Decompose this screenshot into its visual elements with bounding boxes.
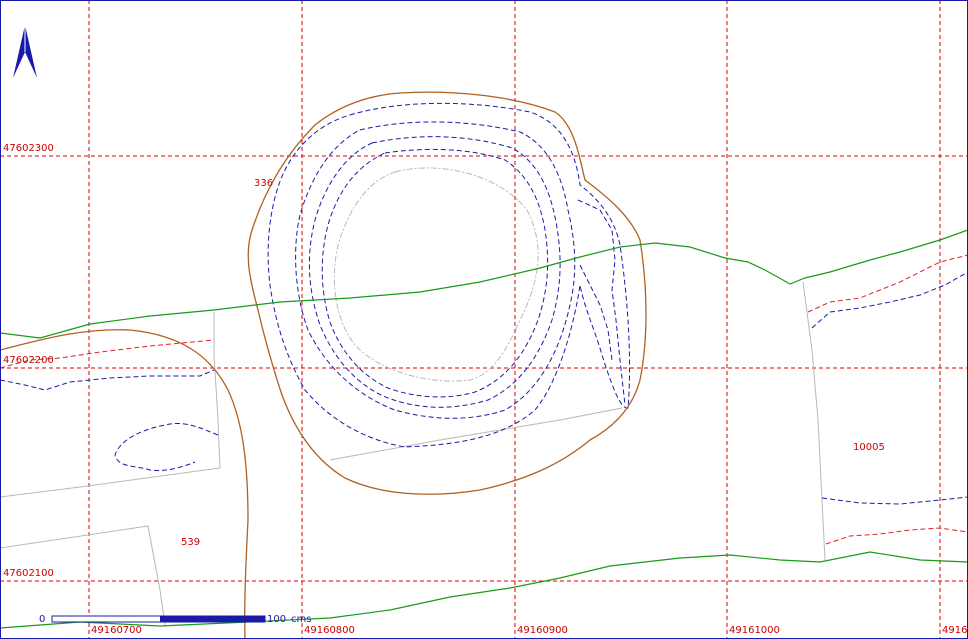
boundary-lines	[0, 91, 647, 639]
contour-line	[821, 496, 968, 505]
road-lines	[0, 229, 968, 629]
contour-line	[0, 369, 215, 391]
contour-line	[577, 199, 626, 406]
parcel-line	[329, 407, 623, 461]
parcel-boundary	[0, 329, 249, 639]
easting-label: 49160700	[91, 625, 142, 636]
northing-label: 47602100	[3, 568, 54, 579]
easting-label: 49160800	[304, 625, 355, 636]
map-canvas[interactable]: 47602300 47602200 47602100 49160700 4916…	[0, 0, 968, 639]
parcel-line	[0, 467, 221, 498]
contour-line	[811, 271, 968, 329]
north-arrow-icon	[13, 25, 37, 78]
parcel-label: 539	[181, 537, 200, 548]
parcel-label: 336	[254, 178, 273, 189]
red-dashed-line	[807, 254, 968, 313]
map-frame	[0, 0, 968, 639]
scale-unit-label: cms	[291, 614, 311, 625]
northing-label: 47602200	[3, 355, 54, 366]
scale-start-label: 0	[39, 614, 45, 625]
northing-label: 47602300	[3, 143, 54, 154]
map-view[interactable]: 47602300 47602200 47602100 49160700 4916…	[0, 0, 968, 639]
parcel-line	[213, 312, 221, 469]
contour-line	[114, 422, 219, 471]
easting-label: 49160900	[517, 625, 568, 636]
parcel-line	[802, 281, 826, 561]
red-dashed-line	[825, 527, 968, 545]
parcel-label: 10005	[853, 442, 885, 453]
scale-end-label: 100	[267, 614, 286, 625]
contour-line	[579, 264, 613, 361]
contour-ring	[321, 148, 549, 398]
quarry-boundary	[247, 91, 647, 495]
easting-label: 49161	[942, 625, 968, 636]
easting-label: 49161000	[729, 625, 780, 636]
road-line	[0, 229, 968, 339]
scale-bar: 0 100 cms	[39, 614, 311, 625]
contour-lines	[0, 102, 968, 505]
quarry-edge-line	[333, 167, 539, 382]
red-dashed-lines	[0, 254, 968, 545]
